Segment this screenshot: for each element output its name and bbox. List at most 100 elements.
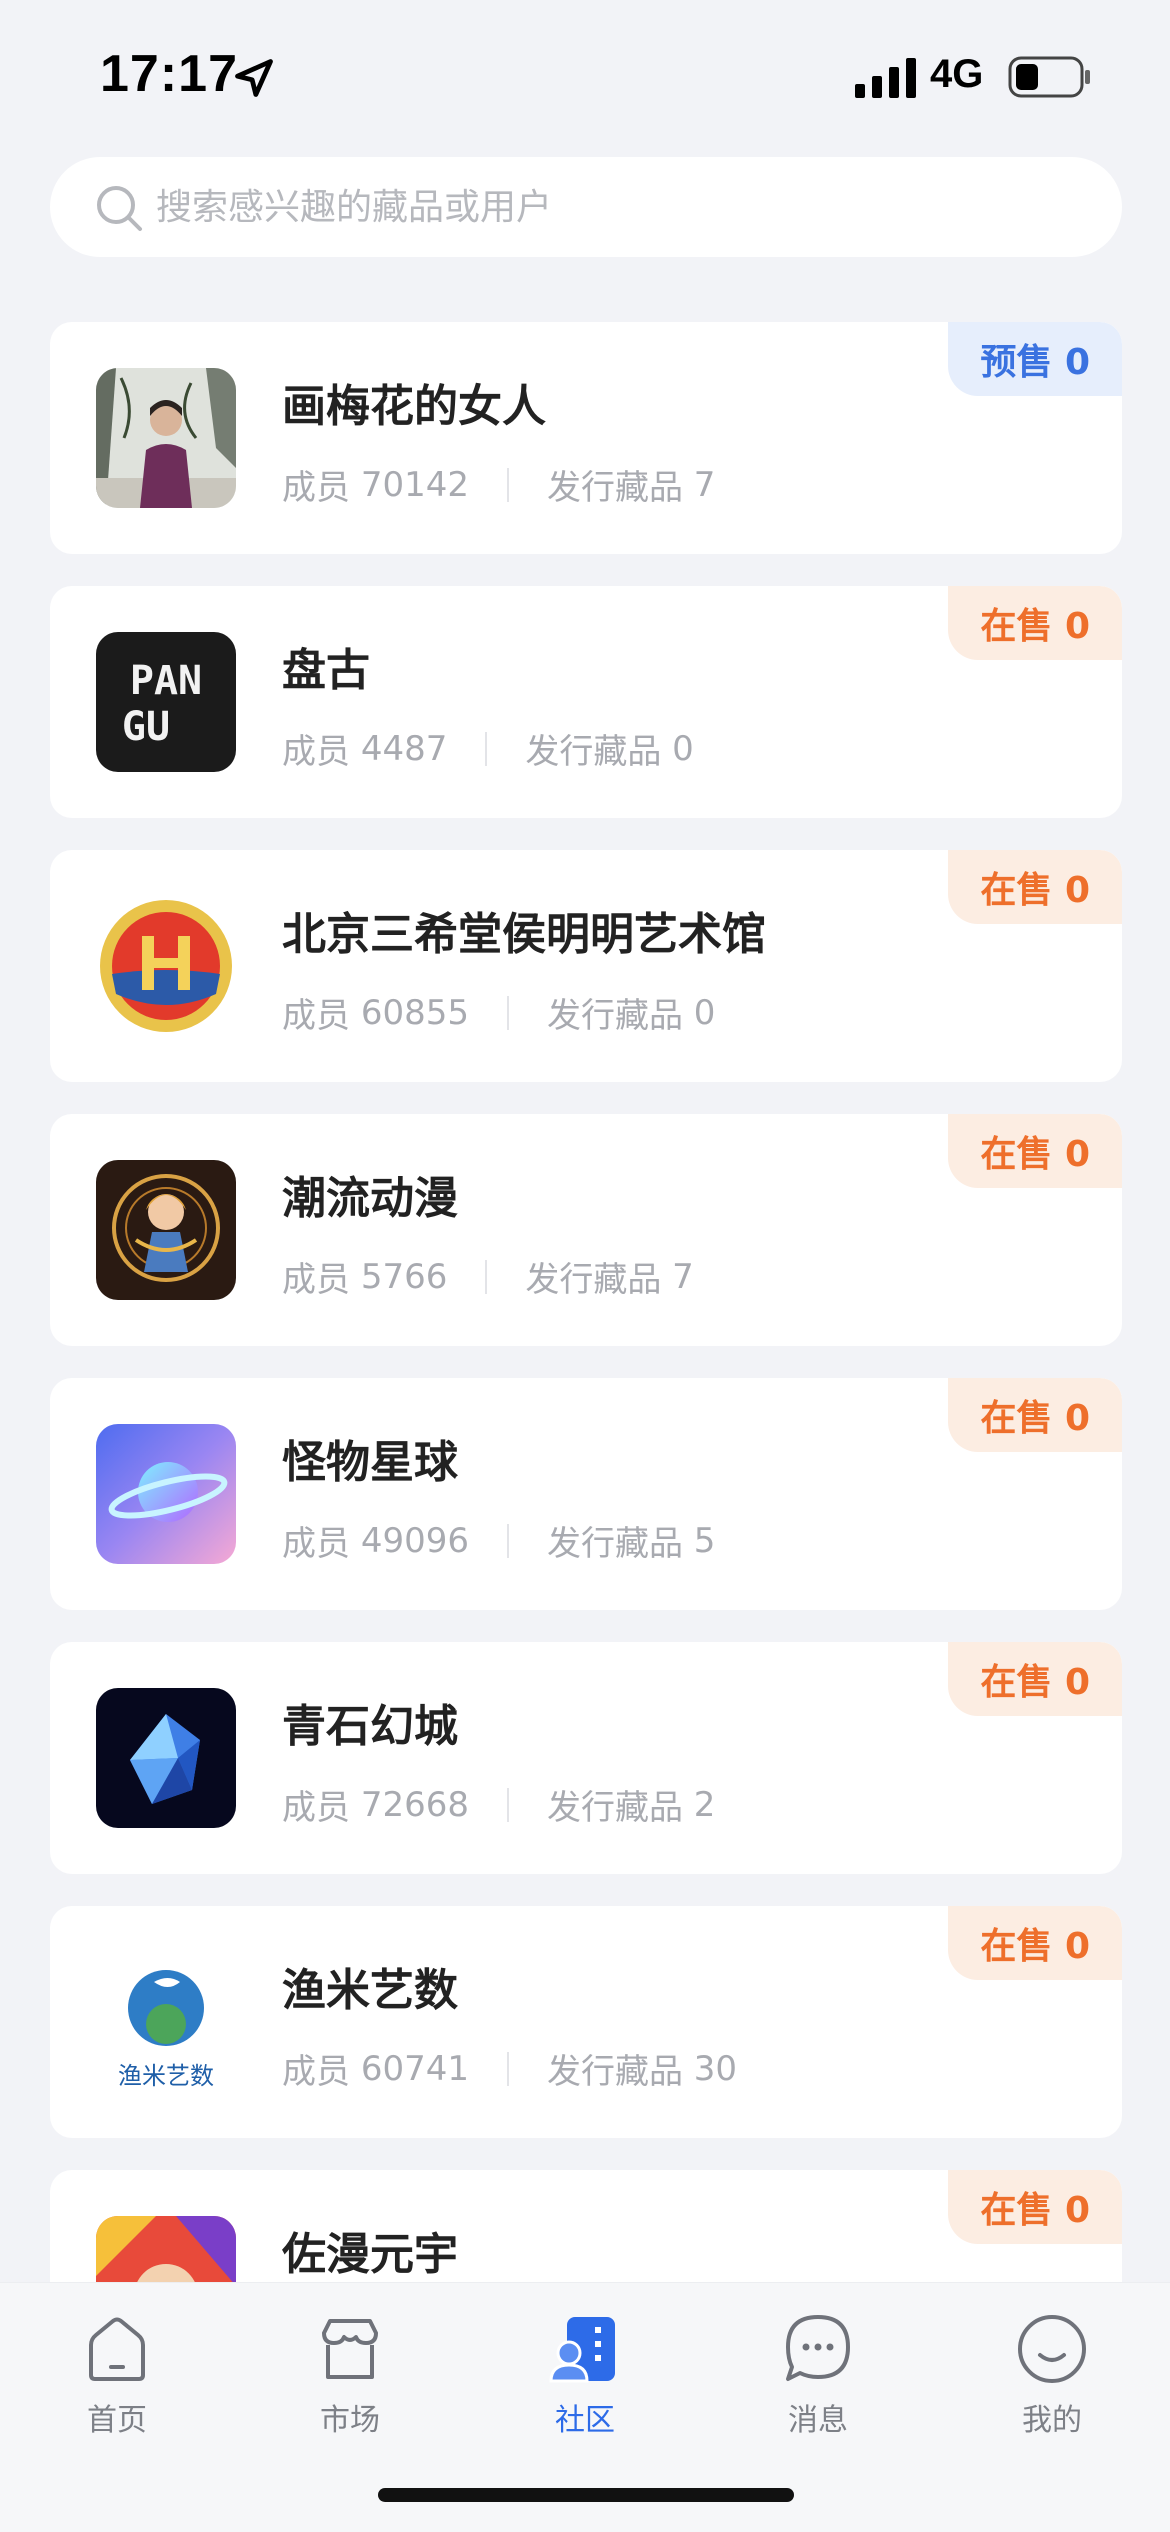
community-avatar <box>96 1424 236 1564</box>
stats-divider <box>485 731 488 766</box>
members-count: 5766 <box>360 1256 448 1297</box>
tab-label: 市场 <box>320 2403 380 2438</box>
community-stats: 成员 60741 发行藏品 30 <box>282 2044 737 2093</box>
community-name: 画梅花的女人 <box>282 381 546 432</box>
search-input[interactable] <box>156 157 1056 257</box>
community-avatar <box>96 1688 236 1828</box>
planet-icon <box>96 1424 236 1564</box>
stats-divider <box>506 1787 509 1822</box>
issued-label: 发行藏品 <box>546 996 683 1036</box>
community-stats: 成员 60855 发行藏品 0 <box>282 988 715 1037</box>
svg-text:PAN: PAN <box>130 658 202 704</box>
community-list: 画梅花的女人 成员 70142 发行藏品 7 预售 0 PAN GU 盘古 成员… <box>50 322 1122 2434</box>
members-count: 60741 <box>360 2048 469 2089</box>
tab-profile[interactable]: 我的 <box>977 2309 1127 2449</box>
members-count: 60855 <box>360 992 469 1033</box>
onsale-badge: 在售 0 <box>948 2170 1122 2244</box>
tab-community[interactable]: 社区 <box>510 2309 660 2449</box>
community-name: 怪物星球 <box>282 1437 458 1488</box>
members-count: 72668 <box>360 1784 469 1825</box>
tab-label: 社区 <box>555 2403 615 2438</box>
issued-count: 2 <box>693 1784 716 1825</box>
message-icon <box>786 2315 850 2381</box>
community-card[interactable]: 北京三希堂侯明明艺术馆 成员 60855 发行藏品 0 在售 0 <box>50 850 1122 1082</box>
stats-divider <box>506 1523 509 1558</box>
onsale-badge: 在售 0 <box>948 586 1122 660</box>
community-card[interactable]: 潮流动漫 成员 5766 发行藏品 7 在售 0 <box>50 1114 1122 1346</box>
issued-count: 0 <box>693 992 716 1033</box>
community-avatar <box>96 1160 236 1300</box>
search-icon <box>97 186 142 231</box>
battery-icon <box>1008 56 1090 98</box>
members-label: 成员 <box>282 1788 350 1828</box>
community-card[interactable]: 渔米艺数 渔米艺数 成员 60741 发行藏品 30 在售 0 <box>50 1906 1122 2138</box>
onsale-badge: 在售 0 <box>948 1906 1122 1980</box>
anime-character-icon <box>96 1160 236 1300</box>
portrait-photo-icon <box>96 368 236 508</box>
yumi-logo-icon: 渔米艺数 <box>96 1952 236 2092</box>
community-card[interactable]: PAN GU 盘古 成员 4487 发行藏品 0 在售 0 <box>50 586 1122 818</box>
issued-count: 5 <box>693 1520 716 1561</box>
status-bar: 17:17 4G <box>0 0 1170 150</box>
community-stats: 成员 72668 发行藏品 2 <box>282 1780 715 1829</box>
museum-seal-icon <box>96 896 236 1036</box>
community-name: 青石幻城 <box>282 1701 458 1752</box>
onsale-badge: 在售 0 <box>948 850 1122 924</box>
members-label: 成员 <box>282 1524 350 1564</box>
community-stats: 成员 4487 发行藏品 0 <box>282 724 694 773</box>
location-arrow-icon <box>235 59 273 97</box>
cellular-signal-icon <box>855 58 916 98</box>
tab-label: 消息 <box>788 2403 848 2438</box>
issued-count: 30 <box>693 2048 738 2089</box>
issued-label: 发行藏品 <box>525 1260 662 1300</box>
community-stats: 成员 5766 发行藏品 7 <box>282 1252 694 1301</box>
members-label: 成员 <box>282 468 350 508</box>
svg-text:GU: GU <box>122 704 170 750</box>
members-count: 70142 <box>360 464 469 505</box>
profile-icon <box>1018 2315 1086 2383</box>
issued-count: 7 <box>672 1256 694 1297</box>
market-icon <box>322 2319 378 2379</box>
onsale-badge: 在售 0 <box>948 1642 1122 1716</box>
community-avatar <box>96 896 236 1036</box>
tab-label: 我的 <box>1022 2403 1082 2438</box>
stats-divider <box>506 2051 509 2086</box>
community-name: 佐漫元宇 <box>282 2229 458 2280</box>
community-card[interactable]: 怪物星球 成员 49096 发行藏品 5 在售 0 <box>50 1378 1122 1610</box>
issued-label: 发行藏品 <box>525 732 662 772</box>
community-icon <box>549 2317 615 2383</box>
svg-text:渔米艺数: 渔米艺数 <box>118 2062 214 2090</box>
onsale-badge: 在售 0 <box>948 1378 1122 1452</box>
members-count: 49096 <box>360 1520 469 1561</box>
onsale-badge: 在售 0 <box>948 1114 1122 1188</box>
community-stats: 成员 49096 发行藏品 5 <box>282 1516 715 1565</box>
status-time: 17:17 <box>100 45 238 103</box>
members-label: 成员 <box>282 732 350 772</box>
members-label: 成员 <box>282 1260 350 1300</box>
community-card[interactable]: 画梅花的女人 成员 70142 发行藏品 7 预售 0 <box>50 322 1122 554</box>
tab-messages[interactable]: 消息 <box>743 2309 893 2449</box>
issued-count: 7 <box>693 464 716 505</box>
pangu-logo-icon: PAN GU <box>96 632 236 772</box>
crystal-gem-icon <box>96 1688 236 1828</box>
issued-label: 发行藏品 <box>546 468 683 508</box>
issued-label: 发行藏品 <box>546 1788 683 1828</box>
home-indicator[interactable] <box>378 2488 794 2502</box>
community-name: 潮流动漫 <box>282 1173 458 1224</box>
community-name: 盘古 <box>282 645 370 696</box>
stats-divider <box>485 1259 488 1294</box>
stats-divider <box>506 467 509 502</box>
tab-market[interactable]: 市场 <box>275 2309 425 2449</box>
community-avatar <box>96 368 236 508</box>
tab-home[interactable]: 首页 <box>42 2309 192 2449</box>
search-bar[interactable] <box>50 157 1122 257</box>
community-avatar: PAN GU <box>96 632 236 772</box>
issued-label: 发行藏品 <box>546 1524 683 1564</box>
community-name: 渔米艺数 <box>282 1965 458 2016</box>
community-avatar: 渔米艺数 <box>96 1952 236 2092</box>
community-card[interactable]: 青石幻城 成员 72668 发行藏品 2 在售 0 <box>50 1642 1122 1874</box>
community-name: 北京三希堂侯明明艺术馆 <box>282 909 766 960</box>
members-label: 成员 <box>282 996 350 1036</box>
members-label: 成员 <box>282 2052 350 2092</box>
tab-label: 首页 <box>87 2403 147 2438</box>
